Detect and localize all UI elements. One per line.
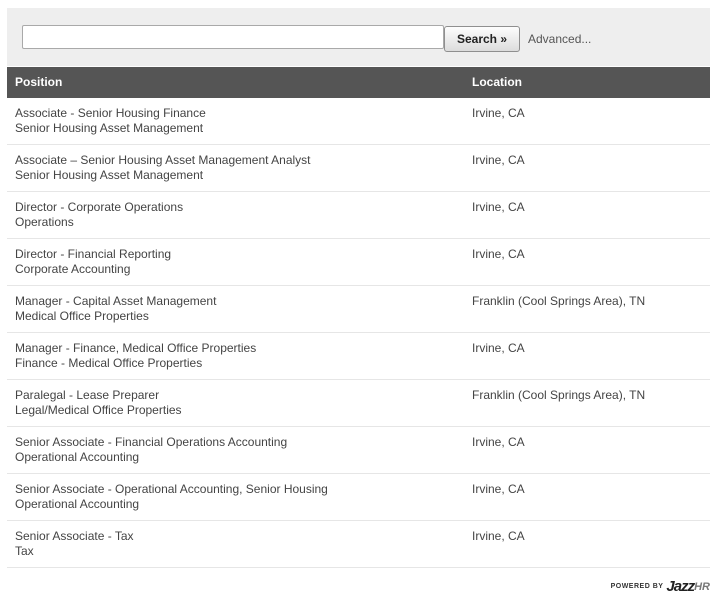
job-department: Operations	[15, 215, 74, 229]
position-cell: Manager - Finance, Medical Office Proper…	[15, 341, 256, 371]
search-input[interactable]	[22, 25, 444, 49]
table-row[interactable]: Senior Associate - Tax Tax Irvine, CA	[7, 521, 710, 568]
job-department: Operational Accounting	[15, 497, 140, 511]
position-cell: Manager - Capital Asset Management Medic…	[15, 294, 216, 324]
search-button[interactable]: Search »	[444, 26, 520, 52]
position-cell: Director - Financial Reporting Corporate…	[15, 247, 171, 277]
job-location: Irvine, CA	[472, 200, 525, 214]
job-department: Senior Housing Asset Management	[15, 168, 204, 182]
job-location: Irvine, CA	[472, 153, 525, 167]
table-row[interactable]: Senior Associate - Financial Operations …	[7, 427, 710, 474]
job-department: Legal/Medical Office Properties	[15, 403, 182, 417]
job-title-link[interactable]: Senior Associate - Financial Operations …	[15, 435, 287, 450]
job-location: Franklin (Cool Springs Area), TN	[472, 388, 646, 402]
position-cell: Associate - Senior Housing Finance Senio…	[15, 106, 206, 136]
job-title-link[interactable]: Associate – Senior Housing Asset Managem…	[15, 153, 311, 168]
location-column-header: Location	[472, 75, 522, 89]
job-location: Franklin (Cool Springs Area), TN	[472, 294, 646, 308]
table-row[interactable]: Manager - Capital Asset Management Medic…	[7, 286, 710, 333]
search-bar: Search » Advanced...	[7, 8, 710, 66]
position-cell: Senior Associate - Tax Tax	[15, 529, 134, 559]
advanced-search-link[interactable]: Advanced...	[528, 32, 591, 46]
position-cell: Associate – Senior Housing Asset Managem…	[15, 153, 311, 183]
table-row[interactable]: Senior Associate - Operational Accountin…	[7, 474, 710, 521]
table-row[interactable]: Paralegal - Lease Preparer Legal/Medical…	[7, 380, 710, 427]
job-department: Operational Accounting	[15, 450, 140, 464]
position-cell: Director - Corporate Operations Operatio…	[15, 200, 183, 230]
job-title-link[interactable]: Senior Associate - Tax	[15, 529, 134, 544]
job-location: Irvine, CA	[472, 435, 525, 449]
job-title-link[interactable]: Director - Corporate Operations	[15, 200, 183, 215]
position-cell: Paralegal - Lease Preparer Legal/Medical…	[15, 388, 182, 418]
job-location: Irvine, CA	[472, 341, 525, 355]
job-title-link[interactable]: Paralegal - Lease Preparer	[15, 388, 182, 403]
jazzhr-logo-suffix: HR	[694, 580, 710, 593]
table-header: Position Location	[7, 67, 710, 98]
table-row[interactable]: Associate - Senior Housing Finance Senio…	[7, 98, 710, 145]
position-column-header: Position	[15, 75, 63, 89]
job-department: Corporate Accounting	[15, 262, 131, 276]
jazzhr-logo: Jazz	[666, 578, 695, 595]
job-title-link[interactable]: Associate - Senior Housing Finance	[15, 106, 206, 121]
table-row[interactable]: Manager - Finance, Medical Office Proper…	[7, 333, 710, 380]
position-cell: Senior Associate - Financial Operations …	[15, 435, 287, 465]
job-title-link[interactable]: Director - Financial Reporting	[15, 247, 171, 262]
job-department: Finance - Medical Office Properties	[15, 356, 203, 370]
table-row[interactable]: Director - Financial Reporting Corporate…	[7, 239, 710, 286]
table-row[interactable]: Director - Corporate Operations Operatio…	[7, 192, 710, 239]
job-location: Irvine, CA	[472, 247, 525, 261]
job-title-link[interactable]: Senior Associate - Operational Accountin…	[15, 482, 328, 497]
position-cell: Senior Associate - Operational Accountin…	[15, 482, 328, 512]
job-location: Irvine, CA	[472, 106, 525, 120]
job-location: Irvine, CA	[472, 482, 525, 496]
job-department: Senior Housing Asset Management	[15, 121, 204, 135]
powered-by-label: POWERED BY	[610, 583, 664, 590]
job-title-link[interactable]: Manager - Finance, Medical Office Proper…	[15, 341, 256, 356]
job-title-link[interactable]: Manager - Capital Asset Management	[15, 294, 216, 309]
job-department: Medical Office Properties	[15, 309, 149, 323]
job-location: Irvine, CA	[472, 529, 525, 543]
job-list: Associate - Senior Housing Finance Senio…	[7, 98, 710, 568]
job-department: Tax	[15, 544, 34, 558]
table-row[interactable]: Associate – Senior Housing Asset Managem…	[7, 145, 710, 192]
powered-by-badge[interactable]: POWERED BY Jazz HR	[611, 578, 710, 595]
